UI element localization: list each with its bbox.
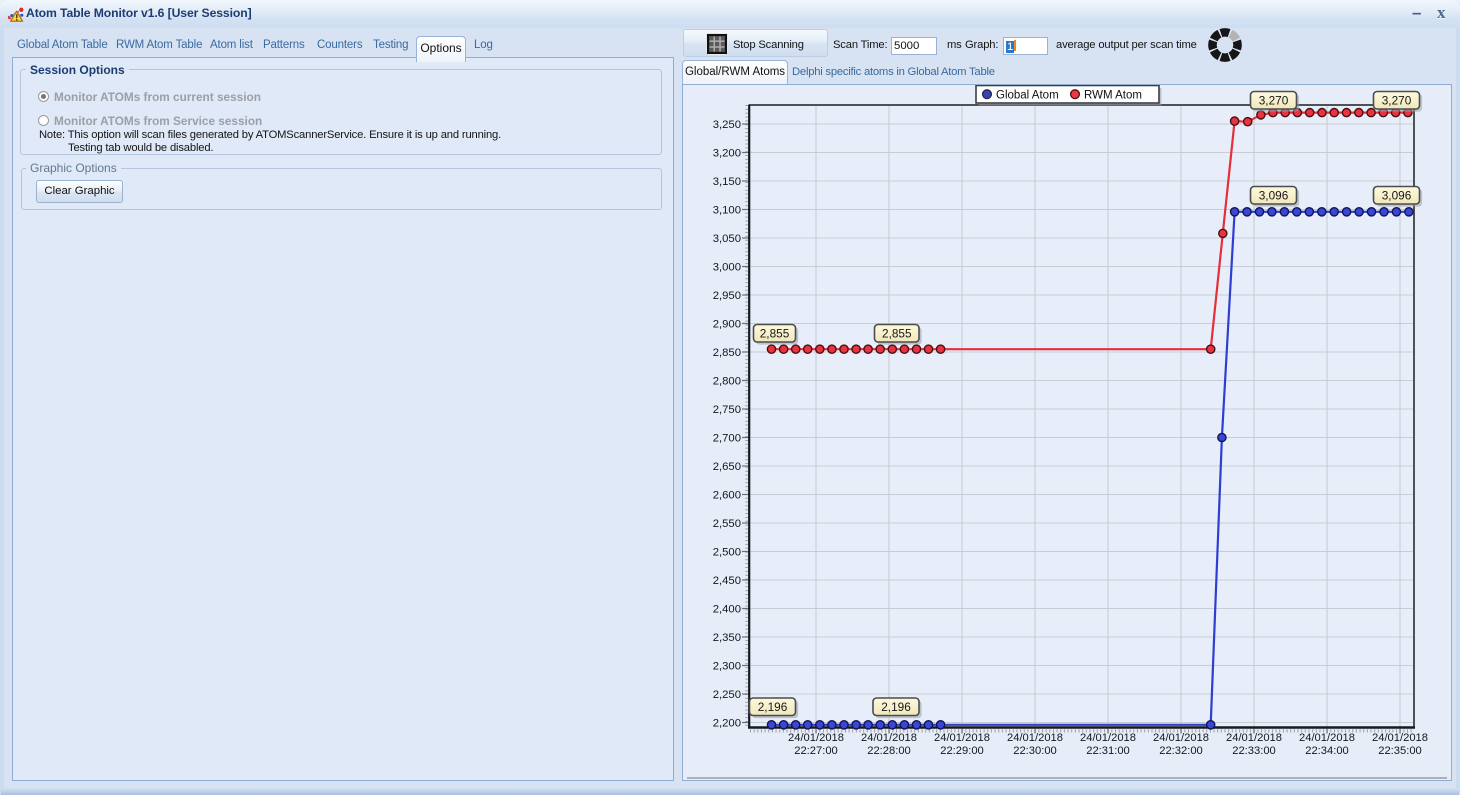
svg-text:3,050: 3,050 <box>713 233 741 245</box>
svg-text:2,400: 2,400 <box>713 604 741 616</box>
svg-text:22:31:00: 22:31:00 <box>1086 745 1130 757</box>
svg-text:2,300: 2,300 <box>713 661 741 673</box>
svg-text:2,450: 2,450 <box>713 575 741 587</box>
svg-text:24/01/2018: 24/01/2018 <box>934 732 990 744</box>
svg-text:3,270: 3,270 <box>1382 93 1412 107</box>
svg-text:3,200: 3,200 <box>713 148 741 160</box>
svg-text:2,200: 2,200 <box>713 718 741 730</box>
svg-text:2,900: 2,900 <box>713 319 741 331</box>
svg-text:3,096: 3,096 <box>1382 188 1412 202</box>
svg-text:24/01/2018: 24/01/2018 <box>1153 732 1209 744</box>
svg-text:22:30:00: 22:30:00 <box>1013 745 1057 757</box>
svg-text:2,250: 2,250 <box>713 689 741 701</box>
svg-text:2,750: 2,750 <box>713 404 741 416</box>
svg-text:2,550: 2,550 <box>713 518 741 530</box>
svg-text:2,500: 2,500 <box>713 547 741 559</box>
svg-text:22:32:00: 22:32:00 <box>1159 745 1203 757</box>
svg-text:24/01/2018: 24/01/2018 <box>1080 732 1136 744</box>
svg-text:2,855: 2,855 <box>882 326 912 340</box>
svg-text:2,350: 2,350 <box>713 632 741 644</box>
svg-text:3,100: 3,100 <box>713 205 741 217</box>
svg-text:24/01/2018: 24/01/2018 <box>1372 732 1428 744</box>
svg-text:3,250: 3,250 <box>713 119 741 131</box>
svg-text:Global Atom: Global Atom <box>996 90 1059 102</box>
svg-text:24/01/2018: 24/01/2018 <box>788 732 844 744</box>
svg-text:3,150: 3,150 <box>713 176 741 188</box>
svg-text:2,600: 2,600 <box>713 490 741 502</box>
svg-text:2,650: 2,650 <box>713 461 741 473</box>
svg-text:22:33:00: 22:33:00 <box>1232 745 1276 757</box>
svg-text:2,850: 2,850 <box>713 347 741 359</box>
svg-text:2,800: 2,800 <box>713 376 741 388</box>
svg-text:22:34:00: 22:34:00 <box>1305 745 1349 757</box>
svg-text:24/01/2018: 24/01/2018 <box>1007 732 1063 744</box>
svg-text:22:35:00: 22:35:00 <box>1378 745 1422 757</box>
svg-text:24/01/2018: 24/01/2018 <box>1299 732 1355 744</box>
svg-text:3,000: 3,000 <box>713 262 741 274</box>
svg-text:2,700: 2,700 <box>713 433 741 445</box>
svg-text:24/01/2018: 24/01/2018 <box>861 732 917 744</box>
svg-text:2,196: 2,196 <box>881 700 911 714</box>
svg-text:RWM Atom: RWM Atom <box>1084 90 1142 102</box>
svg-text:2,196: 2,196 <box>758 700 788 714</box>
svg-text:22:27:00: 22:27:00 <box>794 745 838 757</box>
svg-text:2,855: 2,855 <box>760 326 790 340</box>
svg-text:3,270: 3,270 <box>1259 93 1289 107</box>
svg-text:22:28:00: 22:28:00 <box>867 745 911 757</box>
svg-text:2,950: 2,950 <box>713 290 741 302</box>
svg-text:24/01/2018: 24/01/2018 <box>1226 732 1282 744</box>
svg-text:22:29:00: 22:29:00 <box>940 745 984 757</box>
svg-text:3,096: 3,096 <box>1259 188 1289 202</box>
